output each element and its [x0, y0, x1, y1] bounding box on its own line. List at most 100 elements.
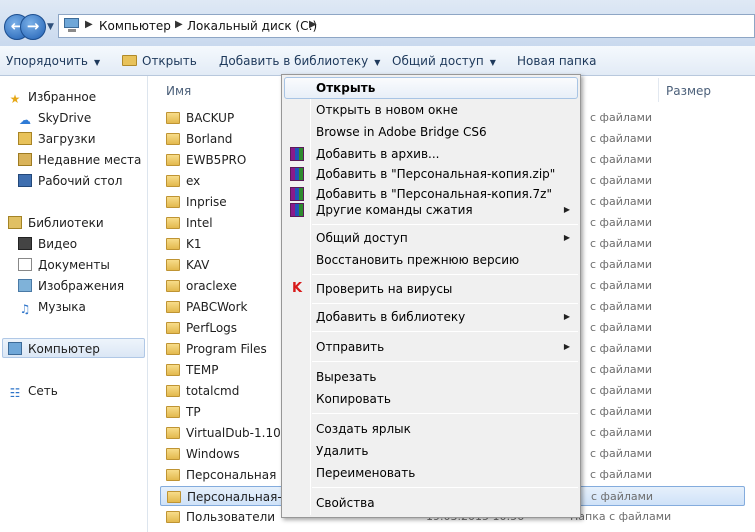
nav-desktop[interactable]: Рабочий стол	[18, 171, 122, 191]
nav-video[interactable]: Видео	[18, 234, 77, 254]
nav-music[interactable]: ♫ Музыка	[18, 297, 86, 317]
file-type: с файлами	[590, 300, 653, 313]
nav-documents-label: Документы	[38, 258, 110, 272]
cloud-icon: ☁	[19, 113, 31, 127]
column-divider[interactable]	[658, 78, 659, 102]
menu-send-to-label: Отправить	[316, 340, 385, 354]
folder-icon	[166, 133, 180, 145]
folder-icon	[166, 406, 180, 418]
folder-icon	[166, 427, 180, 439]
nav-images[interactable]: Изображения	[18, 276, 124, 296]
chevron-down-icon: ▼	[93, 58, 101, 67]
file-type: с файлами	[590, 447, 653, 460]
menu-add-library-label: Добавить в библиотеку	[316, 310, 466, 324]
menu-add-archive-label: Добавить в архив...	[316, 147, 440, 161]
nav-documents[interactable]: Документы	[18, 255, 110, 275]
nav-favorites[interactable]: ★ Избранное	[8, 87, 97, 107]
breadcrumb-drive-c[interactable]: Локальный диск (C:)	[187, 19, 317, 33]
folder-icon	[166, 385, 180, 397]
menu-copy-label: Копировать	[316, 392, 391, 406]
file-type: с файлами	[590, 426, 653, 439]
menu-item-create-shortcut[interactable]: Создать ярлык	[284, 418, 578, 440]
navigation-pane: ★ Избранное ☁ SkyDrive Загрузки Недавние м…	[0, 76, 148, 532]
folder-icon	[166, 301, 180, 313]
documents-icon	[18, 258, 32, 271]
column-header-name[interactable]: Имя	[166, 84, 191, 98]
menu-cut-label: Вырезать	[316, 370, 377, 384]
menu-item-add-library[interactable]: Добавить в библиотеку ▶	[284, 306, 578, 328]
folder-icon	[166, 217, 180, 229]
menu-item-open-new-window[interactable]: Открыть в новом окне	[284, 99, 578, 121]
menu-item-rename[interactable]: Переименовать	[284, 462, 578, 484]
menu-item-open[interactable]: Открыть	[284, 77, 578, 99]
nav-skydrive[interactable]: ☁ SkyDrive	[18, 108, 91, 128]
menu-share-label: Общий доступ	[316, 231, 408, 245]
file-name: TEMP	[186, 363, 219, 377]
address-box[interactable]: ▶ Компьютер ▶ Локальный диск (C:) ▶	[58, 14, 755, 38]
menu-item-share[interactable]: Общий доступ ▶	[284, 227, 578, 249]
folder-icon	[166, 343, 180, 355]
menu-browse-bridge-label: Browse in Adobe Bridge CS6	[316, 125, 487, 139]
folder-icon	[166, 154, 180, 166]
desktop-icon	[18, 174, 32, 187]
file-name: TP	[186, 405, 201, 419]
file-type: с файлами	[590, 258, 653, 271]
winrar-icon	[290, 167, 304, 181]
file-type: с файлами	[590, 132, 653, 145]
file-name: BACKUP	[186, 111, 235, 125]
menu-rename-label: Переименовать	[316, 466, 416, 480]
address-bar-area: ← → ▼ ▶ Компьютер ▶ Локальный диск (C:) …	[0, 0, 755, 46]
menu-separator	[312, 274, 578, 275]
column-header-size[interactable]: Размер	[666, 84, 711, 98]
menu-separator	[312, 487, 578, 488]
nav-recent-label: Недавние места	[38, 153, 142, 167]
history-dropdown-icon[interactable]: ▼	[47, 22, 54, 32]
menu-item-delete[interactable]: Удалить	[284, 440, 578, 462]
menu-item-add-archive[interactable]: Добавить в архив...	[284, 143, 578, 165]
downloads-icon	[18, 132, 32, 145]
nav-recent[interactable]: Недавние места	[18, 150, 141, 170]
file-name: Borland	[186, 132, 233, 146]
breadcrumb-separator-icon[interactable]: ▶	[175, 19, 183, 30]
folder-icon	[166, 280, 180, 292]
nav-libraries[interactable]: Библиотеки	[8, 213, 104, 233]
breadcrumb-separator-icon[interactable]: ▶	[309, 19, 317, 30]
menu-item-cut[interactable]: Вырезать	[284, 366, 578, 388]
menu-item-add-zip[interactable]: Добавить в "Персональная-копия.zip"	[284, 163, 578, 185]
star-icon: ★	[9, 92, 21, 106]
menu-item-restore-previous[interactable]: Восстановить прежнюю версию	[284, 249, 578, 271]
forward-arrow-icon[interactable]: →	[20, 14, 46, 40]
menu-item-browse-bridge[interactable]: Browse in Adobe Bridge CS6	[284, 121, 578, 143]
breadcrumb-separator-icon[interactable]: ▶	[85, 19, 93, 30]
command-toolbar: Упорядочить ▼ Открыть Добавить в библиоте…	[0, 46, 755, 76]
folder-icon	[166, 469, 180, 481]
new-folder-button[interactable]: Новая папка	[517, 54, 596, 68]
file-type: с файлами	[590, 195, 653, 208]
nav-network[interactable]: ☷ Сеть	[8, 381, 58, 401]
add-to-library-button[interactable]: Добавить в библиотеку ▼	[219, 54, 380, 68]
nav-downloads-label: Загрузки	[38, 132, 96, 146]
nav-libraries-label: Библиотеки	[28, 216, 104, 230]
menu-create-shortcut-label: Создать ярлык	[316, 422, 411, 436]
menu-item-properties[interactable]: Свойства	[284, 492, 578, 514]
file-name: PABCWork	[186, 300, 248, 314]
nav-downloads[interactable]: Загрузки	[18, 129, 96, 149]
share-button[interactable]: Общий доступ ▼	[392, 54, 496, 68]
menu-other-compression-label: Другие команды сжатия	[316, 203, 473, 217]
folder-open-icon	[122, 55, 137, 66]
menu-item-send-to[interactable]: Отправить ▶	[284, 336, 578, 358]
file-name: Персональная-ко	[187, 490, 297, 504]
file-type: с файлами	[590, 111, 653, 124]
organize-button[interactable]: Упорядочить ▼	[6, 54, 100, 68]
nav-desktop-label: Рабочий стол	[38, 174, 123, 188]
menu-item-copy[interactable]: Копировать	[284, 388, 578, 410]
nav-network-label: Сеть	[28, 384, 58, 398]
menu-item-other-compression[interactable]: Другие команды сжатия ▶	[284, 199, 578, 221]
breadcrumb-computer[interactable]: Компьютер	[99, 19, 171, 33]
open-button[interactable]: Открыть	[122, 54, 197, 68]
menu-item-scan-virus[interactable]: K Проверить на вирусы	[284, 278, 578, 300]
file-type: с файлами	[590, 153, 653, 166]
nav-favorites-label: Избранное	[28, 90, 97, 104]
folder-icon	[166, 511, 180, 523]
nav-computer[interactable]: Компьютер	[2, 338, 145, 358]
